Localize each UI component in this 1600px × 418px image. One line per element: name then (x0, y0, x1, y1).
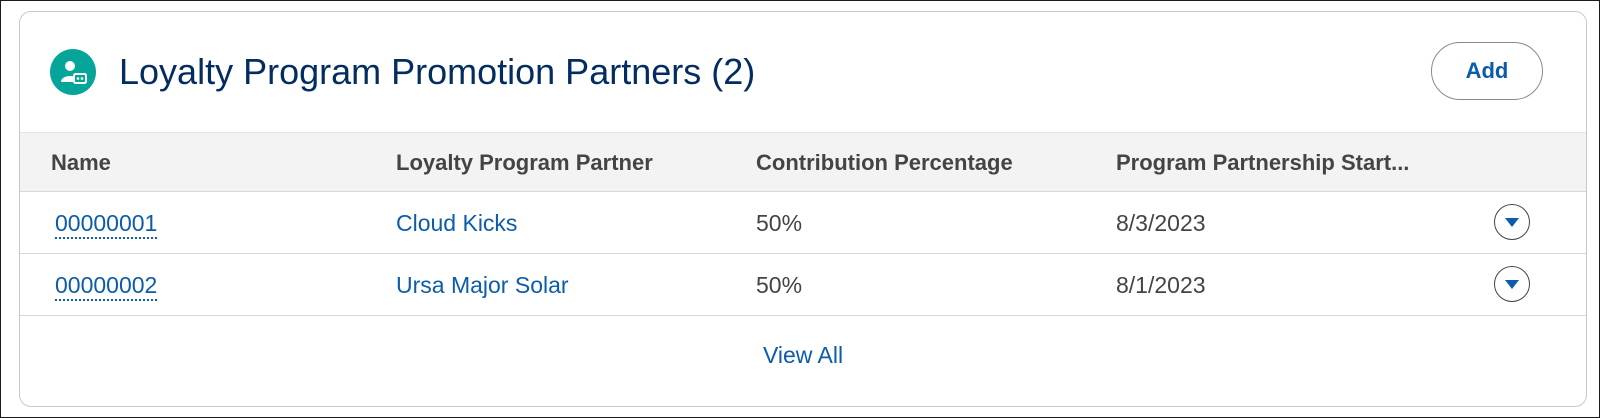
partner-link[interactable]: Ursa Major Solar (396, 272, 569, 298)
chevron-down-icon (1505, 280, 1519, 289)
card-header: Loyalty Program Promotion Partners (2) A… (20, 12, 1586, 132)
column-header-partner[interactable]: Loyalty Program Partner (396, 150, 653, 176)
column-header-contribution[interactable]: Contribution Percentage (756, 150, 1013, 176)
screenshot-frame: Loyalty Program Promotion Partners (2) A… (0, 0, 1600, 418)
column-header-start-date[interactable]: Program Partnership Start... (1116, 150, 1409, 176)
chevron-down-icon (1505, 218, 1519, 227)
related-list-card: Loyalty Program Promotion Partners (2) A… (19, 11, 1587, 407)
table-header: Name Loyalty Program Partner Contributio… (20, 132, 1586, 192)
table-row: 00000001 Cloud Kicks 50% 8/3/2023 (20, 192, 1586, 254)
card-title[interactable]: Loyalty Program Promotion Partners (2) (119, 52, 755, 92)
row-actions-button[interactable] (1494, 266, 1530, 302)
view-all-link[interactable]: View All (20, 316, 1586, 394)
column-header-name[interactable]: Name (51, 150, 111, 176)
contribution-value: 50% (756, 272, 803, 298)
record-name-link[interactable]: 00000002 (55, 272, 158, 301)
contribution-value: 50% (756, 210, 803, 236)
row-actions-button[interactable] (1494, 204, 1530, 240)
table-row: 00000002 Ursa Major Solar 50% 8/1/2023 (20, 254, 1586, 316)
start-date-value: 8/3/2023 (1116, 210, 1206, 236)
partner-link[interactable]: Cloud Kicks (396, 210, 517, 236)
start-date-value: 8/1/2023 (1116, 272, 1206, 298)
partner-icon (50, 49, 96, 95)
record-name-link[interactable]: 00000001 (55, 210, 158, 239)
add-button[interactable]: Add (1431, 42, 1543, 100)
